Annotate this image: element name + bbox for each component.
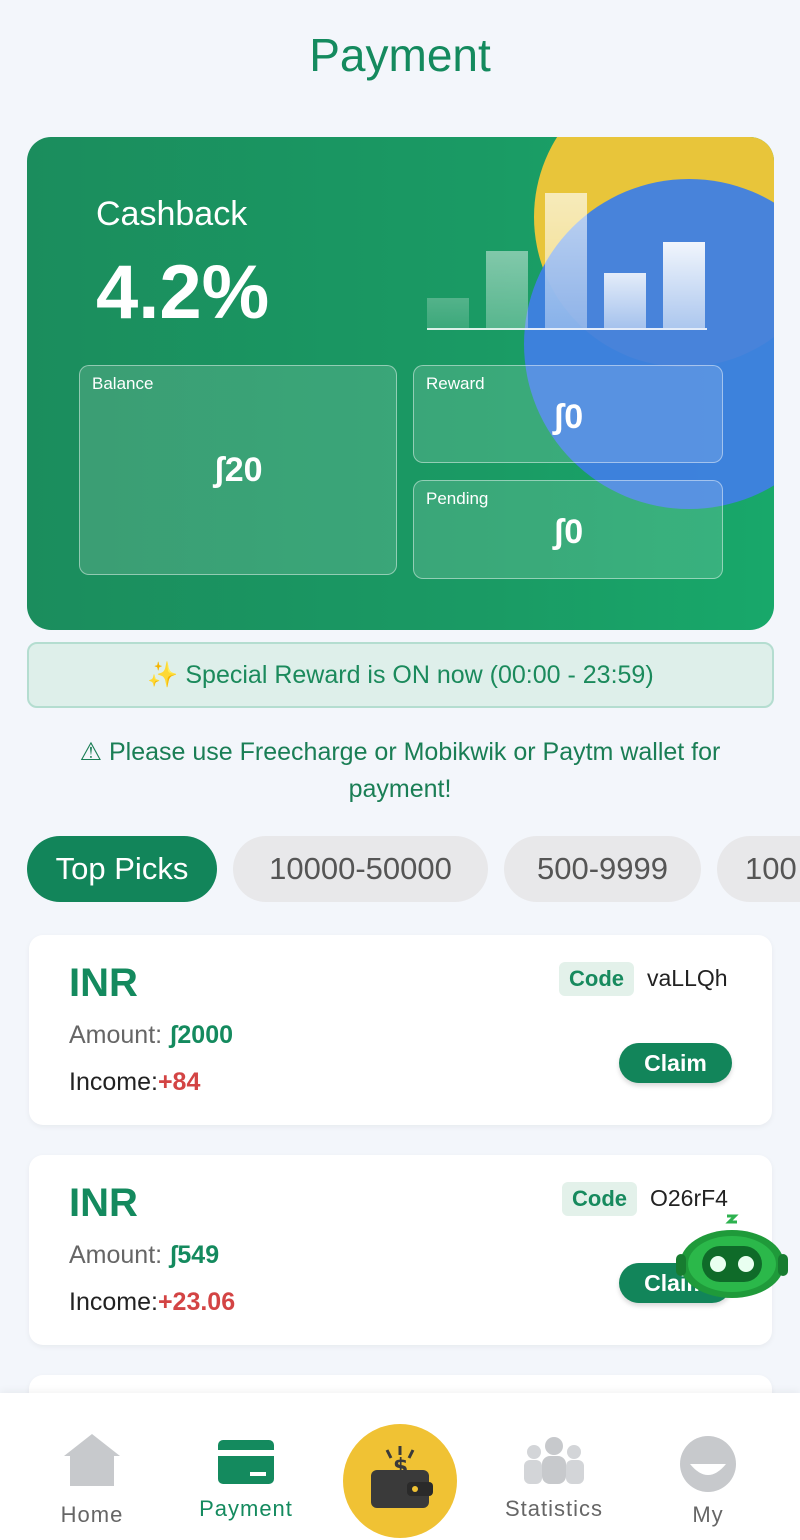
filter-chip-10000-50000[interactable]: 10000-50000 bbox=[233, 836, 488, 902]
order-card: INR Code O26rF4 Amount: ʃ549 Income:+23.… bbox=[29, 1155, 772, 1345]
order-code: vaLLQh bbox=[647, 965, 728, 991]
page-title: Payment bbox=[309, 29, 491, 81]
svg-text:$: $ bbox=[393, 1455, 408, 1480]
claim-button[interactable]: Claim bbox=[619, 1043, 732, 1083]
filter-chip-100[interactable]: 100 bbox=[717, 836, 800, 902]
nav-my-label: My bbox=[692, 1502, 724, 1527]
amount-value: ʃ2000 bbox=[169, 1021, 234, 1049]
pending-value: ʃ0 bbox=[552, 513, 584, 551]
income-label: Income: bbox=[69, 1288, 158, 1316]
filter-chip-500-9999[interactable]: 500-9999 bbox=[504, 836, 701, 902]
nav-statistics-label: Statistics bbox=[504, 1496, 604, 1521]
special-reward-banner: ✨ Special Reward is ON now (00:00 - 23:5… bbox=[27, 642, 774, 708]
nav-my[interactable]: My bbox=[668, 1434, 748, 1532]
pending-box: Pending ʃ0 bbox=[413, 480, 723, 579]
nav-payment[interactable]: Payment bbox=[186, 1438, 306, 1530]
chart-bar bbox=[604, 273, 646, 328]
income-label: Income: bbox=[69, 1068, 158, 1096]
code-badge: Code bbox=[559, 962, 634, 996]
income-value: +84 bbox=[157, 1068, 201, 1096]
order-income: Income:+84 bbox=[69, 1068, 200, 1097]
order-currency: INR bbox=[69, 961, 138, 1005]
card-icon bbox=[218, 1440, 274, 1484]
balance-label: Balance bbox=[92, 374, 154, 393]
wallet-money-icon: $ bbox=[371, 1446, 433, 1508]
cashback-bar-chart-icon bbox=[427, 193, 707, 330]
profile-icon bbox=[680, 1436, 736, 1492]
income-value: +23.06 bbox=[157, 1288, 236, 1316]
home-icon bbox=[64, 1434, 120, 1486]
wallet-center-button[interactable]: $ bbox=[343, 1424, 457, 1538]
cashback-value: 4.2% bbox=[96, 250, 270, 335]
nav-payment-label: Payment bbox=[199, 1496, 293, 1521]
cashback-label: Cashback bbox=[96, 195, 248, 233]
balance-value: ʃ20 bbox=[213, 451, 263, 489]
reward-label: Reward bbox=[426, 374, 485, 393]
amount-label: Amount: bbox=[69, 1021, 170, 1049]
cashback-card: Cashback 4.2% Balance ʃ20 Reward ʃ0 Pend… bbox=[27, 137, 774, 630]
chart-bar bbox=[486, 251, 528, 328]
balance-box: Balance ʃ20 bbox=[79, 365, 397, 575]
code-badge: Code bbox=[562, 1182, 637, 1216]
chart-bar bbox=[427, 298, 469, 328]
amount-value: ʃ549 bbox=[169, 1241, 220, 1269]
order-amount: Amount: ʃ2000 bbox=[69, 1021, 233, 1050]
order-card: INR Code vaLLQh Amount: ʃ2000 Income:+84… bbox=[29, 935, 772, 1125]
nav-home-label: Home bbox=[60, 1502, 124, 1527]
nav-statistics[interactable]: Statistics bbox=[490, 1436, 618, 1532]
chart-bar bbox=[663, 242, 705, 328]
nav-home[interactable]: Home bbox=[46, 1432, 138, 1532]
order-amount: Amount: ʃ549 bbox=[69, 1241, 219, 1270]
filter-chip-top-picks[interactable]: Top Picks bbox=[27, 836, 217, 902]
amount-label: Amount: bbox=[69, 1241, 170, 1269]
order-code: O26rF4 bbox=[650, 1185, 728, 1211]
wallet-warning: ⚠ Please use Freecharge or Mobikwik or P… bbox=[79, 738, 721, 803]
order-income: Income:+23.06 bbox=[69, 1288, 235, 1317]
chart-bar bbox=[545, 193, 587, 328]
order-currency: INR bbox=[69, 1181, 138, 1225]
pending-label: Pending bbox=[426, 489, 489, 508]
amount-filter-tabs: Top Picks 10000-50000 500-9999 100 bbox=[27, 836, 800, 902]
reward-value: ʃ0 bbox=[552, 398, 584, 436]
assistant-bot-icon[interactable] bbox=[672, 1210, 792, 1306]
people-icon bbox=[524, 1437, 584, 1484]
reward-box: Reward ʃ0 bbox=[413, 365, 723, 463]
